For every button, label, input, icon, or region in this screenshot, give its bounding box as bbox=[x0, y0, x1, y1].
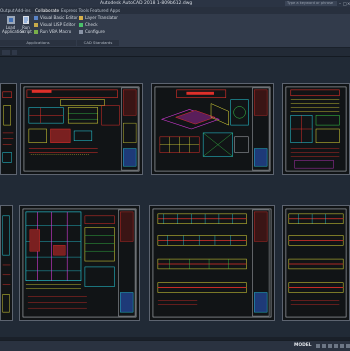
layer-translator-icon bbox=[79, 15, 83, 20]
tab-add-ins[interactable]: Add-ins bbox=[15, 7, 31, 14]
configure-label: Configure bbox=[85, 29, 105, 34]
tab-collaborate[interactable]: Collaborate bbox=[35, 7, 59, 14]
visual-basic-editor-label: Visual Basic Editor bbox=[40, 15, 78, 20]
drawing-canvas[interactable] bbox=[0, 57, 350, 337]
visual-lisp-editor-button[interactable]: Visual LISP Editor bbox=[34, 22, 76, 28]
cad-standards-panel-label[interactable]: CAD Standards bbox=[77, 40, 119, 46]
load-application-button[interactable]: Load Application bbox=[2, 15, 24, 35]
check-label: Check bbox=[85, 22, 98, 27]
polar-icon[interactable] bbox=[334, 344, 338, 348]
file-tab-strip bbox=[0, 48, 350, 57]
configure-icon bbox=[79, 29, 83, 34]
tab-output[interactable]: Output bbox=[0, 7, 15, 14]
visual-basic-icon bbox=[34, 15, 38, 20]
drawing-sheet[interactable] bbox=[19, 205, 140, 321]
title-bar: Autodesk AutoCAD 2018 1-809b612.dwg Type… bbox=[0, 0, 350, 7]
customize-icon[interactable] bbox=[346, 344, 350, 348]
osnap-icon[interactable] bbox=[340, 344, 344, 348]
drawing-sheet[interactable] bbox=[0, 205, 13, 321]
window-title: Autodesk AutoCAD 2018 1-809b612.dwg bbox=[100, 1, 193, 6]
check-icon bbox=[79, 22, 83, 27]
ribbon-tab-row: Output Add-ins Collaborate Express Tools… bbox=[0, 7, 350, 14]
run-script-label: Run Script bbox=[20, 25, 32, 35]
load-application-icon bbox=[6, 16, 15, 24]
layer-translator-label: Layer Translator bbox=[85, 15, 118, 20]
ribbon-panel: Load Application Run Script Visual Basic… bbox=[0, 14, 350, 48]
tab-express-tools[interactable]: Express Tools bbox=[61, 7, 89, 14]
visual-lisp-editor-label: Visual LISP Editor bbox=[40, 22, 76, 27]
drawing-sheet[interactable] bbox=[0, 83, 17, 175]
drawing-sheet[interactable] bbox=[282, 205, 350, 321]
file-tab[interactable] bbox=[2, 50, 10, 55]
check-button[interactable]: Check bbox=[79, 22, 98, 28]
run-script-icon bbox=[23, 16, 29, 24]
run-vba-macro-button[interactable]: Run VBA Macro bbox=[34, 29, 71, 35]
snap-icon[interactable] bbox=[322, 344, 326, 348]
new-tab-button[interactable] bbox=[12, 50, 17, 55]
drawing-sheet[interactable] bbox=[20, 83, 143, 175]
run-vba-macro-label: Run VBA Macro bbox=[40, 29, 72, 34]
model-space-button[interactable]: MODEL bbox=[294, 343, 312, 349]
search-box[interactable]: Type a keyword or phrase bbox=[285, 1, 337, 6]
layer-translator-button[interactable]: Layer Translator bbox=[79, 15, 118, 21]
visual-basic-editor-button[interactable]: Visual Basic Editor bbox=[34, 15, 78, 21]
tab-featured-apps[interactable]: Featured Apps bbox=[90, 7, 120, 14]
drawing-sheet[interactable] bbox=[282, 83, 350, 175]
run-script-button[interactable]: Run Script bbox=[20, 15, 32, 35]
visual-lisp-icon bbox=[34, 22, 38, 27]
minimize-icon[interactable]: – bbox=[339, 0, 341, 7]
applications-panel-label[interactable]: Applications bbox=[0, 40, 76, 46]
ortho-icon[interactable] bbox=[328, 344, 332, 348]
run-vba-icon bbox=[34, 29, 38, 34]
configure-button[interactable]: Configure bbox=[79, 29, 105, 35]
drawing-sheet[interactable] bbox=[149, 205, 275, 321]
drawing-sheet[interactable] bbox=[151, 83, 274, 175]
status-bar: MODEL bbox=[0, 340, 350, 351]
grid-icon[interactable] bbox=[316, 344, 320, 348]
